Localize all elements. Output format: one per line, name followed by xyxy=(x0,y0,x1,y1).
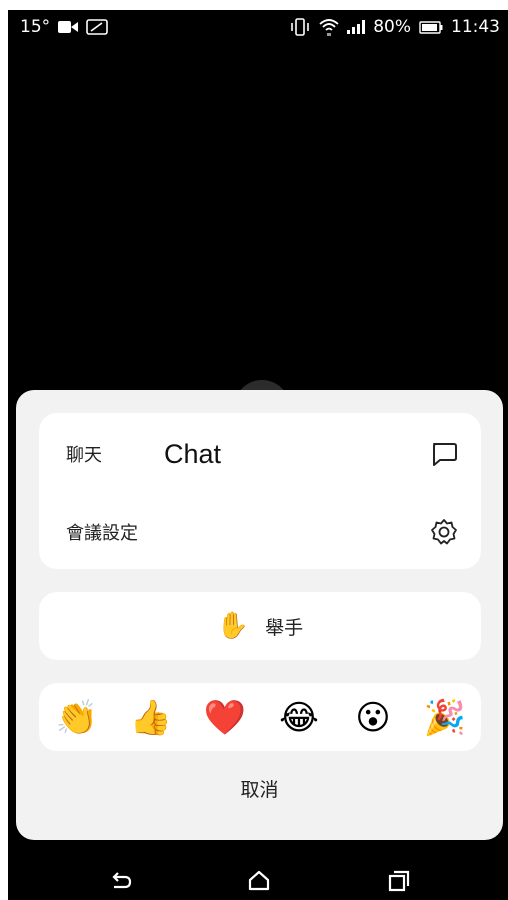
raised-hand-icon: ✋ xyxy=(216,611,250,641)
video-call-icon xyxy=(58,21,79,33)
temperature: 15° xyxy=(20,17,51,37)
signal-icon xyxy=(347,20,366,34)
vibrate-icon xyxy=(291,18,310,36)
recents-icon[interactable] xyxy=(386,868,412,894)
party-popper-reaction-icon[interactable]: 🎉 xyxy=(423,696,467,740)
battery-icon xyxy=(419,20,443,34)
menu-item-chat[interactable]: 聊天 Chat xyxy=(39,423,481,485)
menu-item-meeting-settings[interactable]: 會議設定 xyxy=(39,501,481,563)
options-bottom-sheet: 聊天 Chat 會議設定 ✋ 舉手 👏 👍 ❤️ 😂 😮 🎉 取消 xyxy=(16,390,503,840)
back-icon[interactable] xyxy=(108,868,134,894)
chat-overlay-label: Chat xyxy=(164,438,222,469)
phone-screen: 15° 80% 11:43 聊天 Chat 會議設定 ✋ 舉手 👏 👍 ❤️ 😂… xyxy=(8,10,508,900)
heart-reaction-icon[interactable]: ❤️ xyxy=(203,696,247,740)
raise-hand-button[interactable]: ✋ 舉手 xyxy=(39,592,481,660)
battery-percent: 80% xyxy=(373,17,411,37)
status-bar: 15° 80% 11:43 xyxy=(8,10,508,44)
menu-item-chat-label: 聊天 xyxy=(66,445,102,466)
chat-bubble-icon xyxy=(433,443,457,466)
laughing-reaction-icon[interactable]: 😂 xyxy=(277,696,321,740)
menu-card: 聊天 Chat 會議設定 xyxy=(39,413,481,569)
raise-hand-label: 舉手 xyxy=(265,616,304,639)
sim-card-icon xyxy=(86,19,108,35)
surprised-reaction-icon[interactable]: 😮 xyxy=(351,696,395,740)
reactions-bar: 👏 👍 ❤️ 😂 😮 🎉 xyxy=(39,683,481,751)
cancel-button[interactable]: 取消 xyxy=(16,775,503,802)
home-icon[interactable] xyxy=(246,868,272,894)
clock: 11:43 xyxy=(451,17,500,37)
thumbs-up-reaction-icon[interactable]: 👍 xyxy=(129,696,173,740)
menu-item-meeting-settings-label: 會議設定 xyxy=(66,523,138,544)
wifi-icon xyxy=(319,19,339,36)
navigation-bar xyxy=(8,860,508,900)
gear-icon xyxy=(431,519,457,545)
clapping-reaction-icon[interactable]: 👏 xyxy=(55,696,99,740)
